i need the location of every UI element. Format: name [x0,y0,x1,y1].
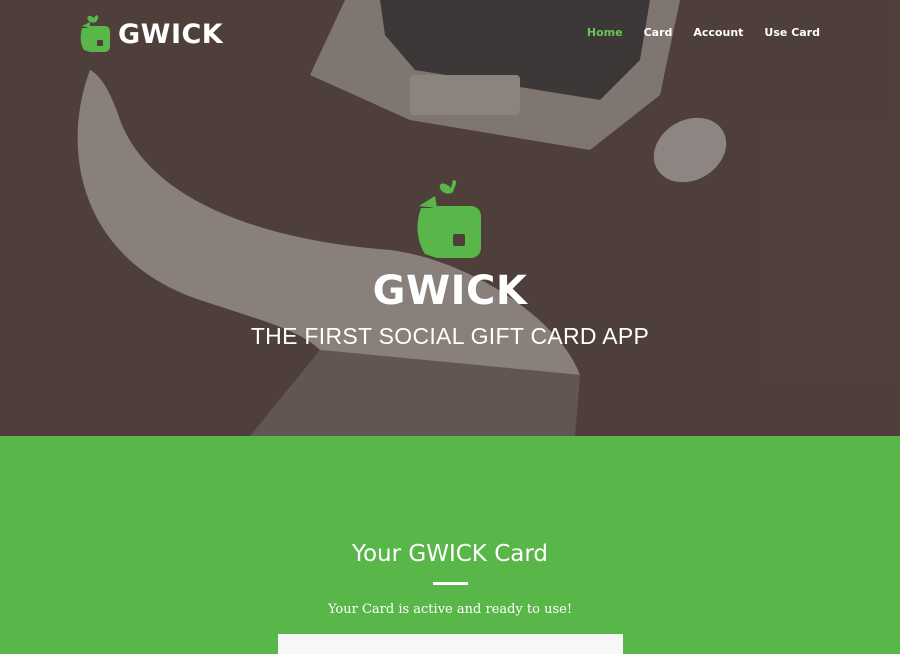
brand-name: GWICK [118,18,224,50]
hero-logo-block: GWICK THE FIRST SOCIAL GIFT CARD APP [0,178,900,350]
hero-section: GWICK Home Card Account Use Card GWICK T… [0,0,900,436]
card-panel [278,634,623,654]
hero-brand-name: GWICK [372,268,528,314]
nav-item-home[interactable]: Home [587,26,623,39]
gift-card-logo-icon [80,15,110,52]
card-section: Your GWICK Card Your Card is active and … [0,436,900,654]
nav-item-account[interactable]: Account [693,26,743,39]
card-status-text: Your Card is active and ready to use! [327,602,573,617]
main-nav: Home Card Account Use Card [587,26,820,39]
title-divider [433,582,468,585]
brand-logo[interactable]: GWICK [80,14,223,54]
hero-tagline: THE FIRST SOCIAL GIFT CARD APP [250,323,650,349]
hero-gift-card-icon [417,180,481,258]
nav-item-card[interactable]: Card [644,26,673,39]
nav-item-use-card[interactable]: Use Card [764,26,820,39]
card-section-title: Your GWICK Card [351,541,549,567]
